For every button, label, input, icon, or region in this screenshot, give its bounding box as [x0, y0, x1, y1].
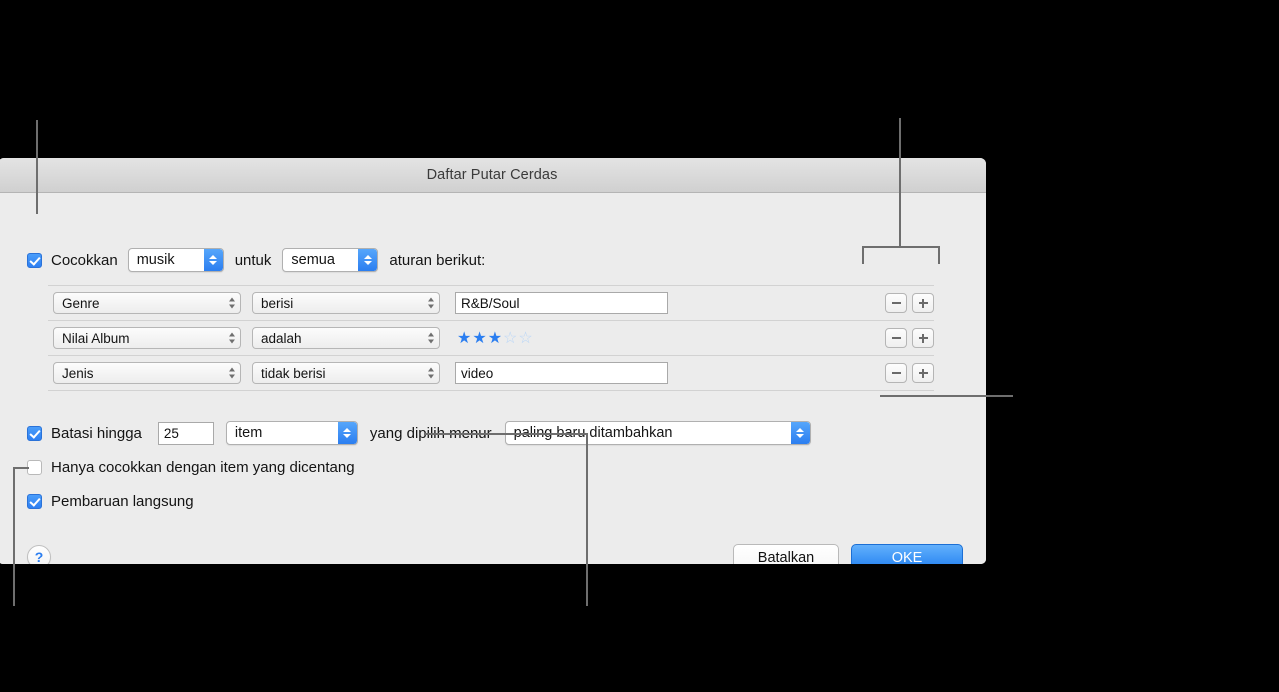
match-label-prefix: Cocokkan [51, 251, 118, 269]
remove-rule-button[interactable] [885, 328, 907, 348]
callout-bracket-add-remove-buttons [862, 246, 940, 264]
rule-field-value: Genre [62, 295, 100, 311]
rule-value-input[interactable]: R&B/Soul [455, 292, 668, 314]
chevron-updown-icon [229, 367, 235, 379]
rule-operator-value: adalah [261, 330, 302, 346]
limit-unit-popup[interactable]: item [225, 421, 358, 445]
callout-line-checked-only-v [586, 433, 588, 606]
rule-operator-popup[interactable]: adalah [252, 327, 440, 349]
rating-filled: ★★★ [457, 330, 504, 347]
rules-list: Genre berisi R&B/Soul Nilai Album adalah… [48, 285, 934, 391]
limit-label: Batasi hingga [51, 424, 142, 442]
limit-unit-value: item [234, 425, 263, 441]
chevron-updown-icon [428, 332, 434, 344]
rule-operator-popup[interactable]: berisi [252, 292, 440, 314]
chevron-updown-icon [428, 297, 434, 309]
footer-buttons: Batalkan OKE [733, 544, 963, 564]
rule-field-popup[interactable]: Jenis [53, 362, 241, 384]
chevron-updown-icon [203, 249, 223, 271]
rule-value-input[interactable]: video [455, 362, 668, 384]
chevron-updown-icon [790, 422, 810, 444]
remove-rule-button[interactable] [885, 363, 907, 383]
limit-amount-value: 25 [163, 425, 179, 441]
checked-only-row[interactable]: Hanya cocokkan dengan item yang dicentan… [27, 459, 355, 476]
callout-line-checked-only-h [424, 433, 588, 435]
cancel-button[interactable]: Batalkan [733, 544, 839, 564]
chevron-updown-icon [229, 297, 235, 309]
rule-value-text: video [461, 365, 494, 381]
add-rule-button[interactable] [912, 328, 934, 348]
help-icon: ? [34, 549, 44, 564]
rule-operator-value: tidak berisi [261, 365, 326, 381]
chevron-updown-icon [358, 249, 378, 271]
callout-line-sort-popup [880, 395, 1013, 397]
match-media-value: musik [136, 252, 175, 268]
rule-operator-value: berisi [261, 295, 294, 311]
rule-field-value: Jenis [62, 365, 94, 381]
smart-playlist-dialog: Daftar Putar Cerdas Cocokkan musik untuk… [0, 158, 986, 564]
checked-only-label: Hanya cocokkan dengan item yang dicentan… [51, 459, 355, 476]
rule-field-popup[interactable]: Nilai Album [53, 327, 241, 349]
match-checkbox[interactable] [27, 252, 42, 268]
limit-row: Batasi hingga 25 item yang dipilih menur… [27, 421, 811, 445]
checked-only-checkbox[interactable] [27, 460, 42, 475]
live-update-checkbox[interactable] [27, 494, 42, 509]
callout-line-add-remove-buttons [899, 118, 901, 248]
match-row: Cocokkan musik untuk semua aturan beriku… [27, 248, 485, 272]
rule-row: Genre berisi R&B/Soul [48, 285, 934, 321]
rule-row: Jenis tidak berisi video [48, 356, 934, 391]
help-button[interactable]: ? [27, 545, 51, 564]
rule-field-popup[interactable]: Genre [53, 292, 241, 314]
rule-buttons [885, 363, 934, 383]
dialog-content: Cocokkan musik untuk semua aturan beriku… [0, 193, 986, 564]
callout-line-live-update-h [13, 467, 29, 469]
rule-value-text: R&B/Soul [461, 295, 520, 311]
rule-buttons [885, 293, 934, 313]
rule-rating-stars[interactable]: ★★★☆☆ [457, 328, 534, 348]
rule-buttons [885, 328, 934, 348]
add-rule-button[interactable] [912, 363, 934, 383]
callout-line-match-checkbox [36, 120, 38, 214]
match-scope-popup[interactable]: semua [282, 248, 379, 272]
live-update-label: Pembaruan langsung [51, 493, 194, 510]
match-media-popup[interactable]: musik [127, 248, 224, 272]
rule-field-value: Nilai Album [62, 330, 130, 346]
live-update-row[interactable]: Pembaruan langsung [27, 493, 194, 510]
chevron-updown-icon [229, 332, 235, 344]
chevron-updown-icon [337, 422, 357, 444]
rating-empty: ☆☆ [503, 330, 534, 347]
remove-rule-button[interactable] [885, 293, 907, 313]
ok-button[interactable]: OKE [851, 544, 963, 564]
match-label-middle: untuk [234, 251, 272, 269]
add-rule-button[interactable] [912, 293, 934, 313]
rule-row: Nilai Album adalah ★★★☆☆ [48, 321, 934, 356]
window-title: Daftar Putar Cerdas [426, 167, 558, 183]
ok-button-label: OKE [891, 550, 923, 564]
match-label-suffix: aturan berikut: [389, 251, 486, 269]
chevron-updown-icon [428, 367, 434, 379]
match-scope-value: semua [291, 252, 335, 268]
limit-checkbox[interactable] [27, 425, 42, 441]
callout-line-live-update-v [13, 467, 15, 606]
rule-operator-popup[interactable]: tidak berisi [252, 362, 440, 384]
cancel-button-label: Batalkan [757, 550, 815, 564]
window-titlebar[interactable]: Daftar Putar Cerdas [0, 158, 986, 193]
limit-amount-input[interactable]: 25 [157, 421, 214, 445]
